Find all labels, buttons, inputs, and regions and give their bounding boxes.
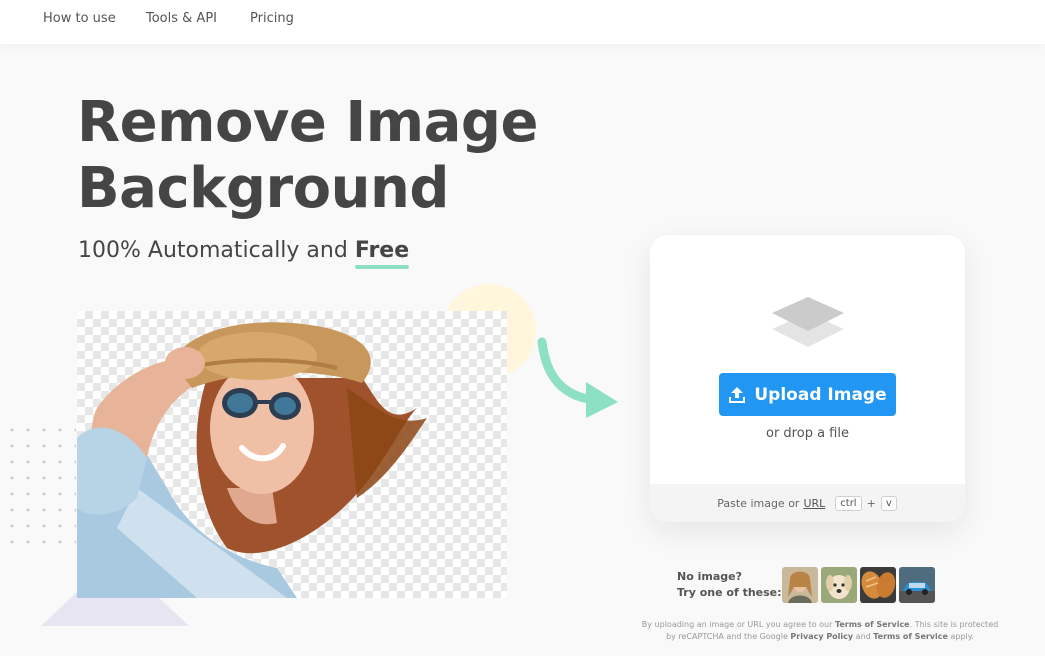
upload-card[interactable]: Upload Image or drop a file Paste image …: [650, 235, 965, 522]
hero-woman-image: [77, 322, 427, 598]
legal-tos-link-1[interactable]: Terms of Service: [835, 620, 910, 629]
legal-privacy-link[interactable]: Privacy Policy: [790, 632, 853, 641]
key-ctrl: ctrl: [835, 495, 862, 511]
nav-pricing[interactable]: Pricing: [250, 11, 294, 26]
hero-title: Remove Image Background: [77, 90, 597, 222]
sample-thumbnails: [782, 567, 935, 603]
upload-image-button[interactable]: Upload Image: [719, 373, 896, 416]
hero-title-line2: Background: [77, 156, 449, 221]
layers-icon: [772, 297, 844, 347]
legal-part3: and: [853, 632, 874, 641]
legal-part1: By uploading an image or URL you agree t…: [641, 620, 835, 629]
hero-title-line1: Remove Image: [77, 90, 538, 155]
paste-url-link[interactable]: URL: [803, 497, 825, 510]
legal-disclaimer: By uploading an image or URL you agree t…: [640, 619, 1000, 643]
sample-car-thumbnail[interactable]: [899, 567, 935, 603]
paste-prefix: Paste image or: [717, 496, 800, 510]
hero-subtitle-prefix: 100% Automatically and: [78, 238, 355, 263]
decorative-dot-grid: [4, 422, 76, 552]
sample-woman-thumbnail[interactable]: [782, 567, 818, 603]
key-v: v: [880, 495, 897, 511]
nav-how-to-use[interactable]: How to use: [43, 11, 116, 26]
upload-image-label: Upload Image: [754, 384, 887, 405]
upload-icon: [729, 386, 746, 403]
paste-bar: Paste image or URL ctrl + v: [650, 484, 965, 522]
curved-arrow-icon: [537, 337, 618, 418]
sample-prompt-line1: No image?: [677, 570, 742, 583]
sample-prompt: No image? Try one of these:: [677, 569, 782, 601]
sample-dog-thumbnail[interactable]: [821, 567, 857, 603]
hero-subtitle: 100% Automatically and Free: [78, 238, 410, 269]
nav-tools-api[interactable]: Tools & API: [146, 11, 217, 26]
drop-file-text: or drop a file: [766, 426, 849, 441]
key-plus: +: [866, 496, 876, 510]
sample-bread-thumbnail[interactable]: [860, 567, 896, 603]
legal-part4: apply.: [947, 632, 974, 641]
top-navigation: How to use Tools & API Pricing: [0, 0, 1045, 44]
sample-prompt-line2: Try one of these:: [677, 586, 782, 599]
hero-subtitle-free: Free: [354, 238, 410, 269]
legal-tos-link-2[interactable]: Terms of Service: [873, 632, 948, 641]
